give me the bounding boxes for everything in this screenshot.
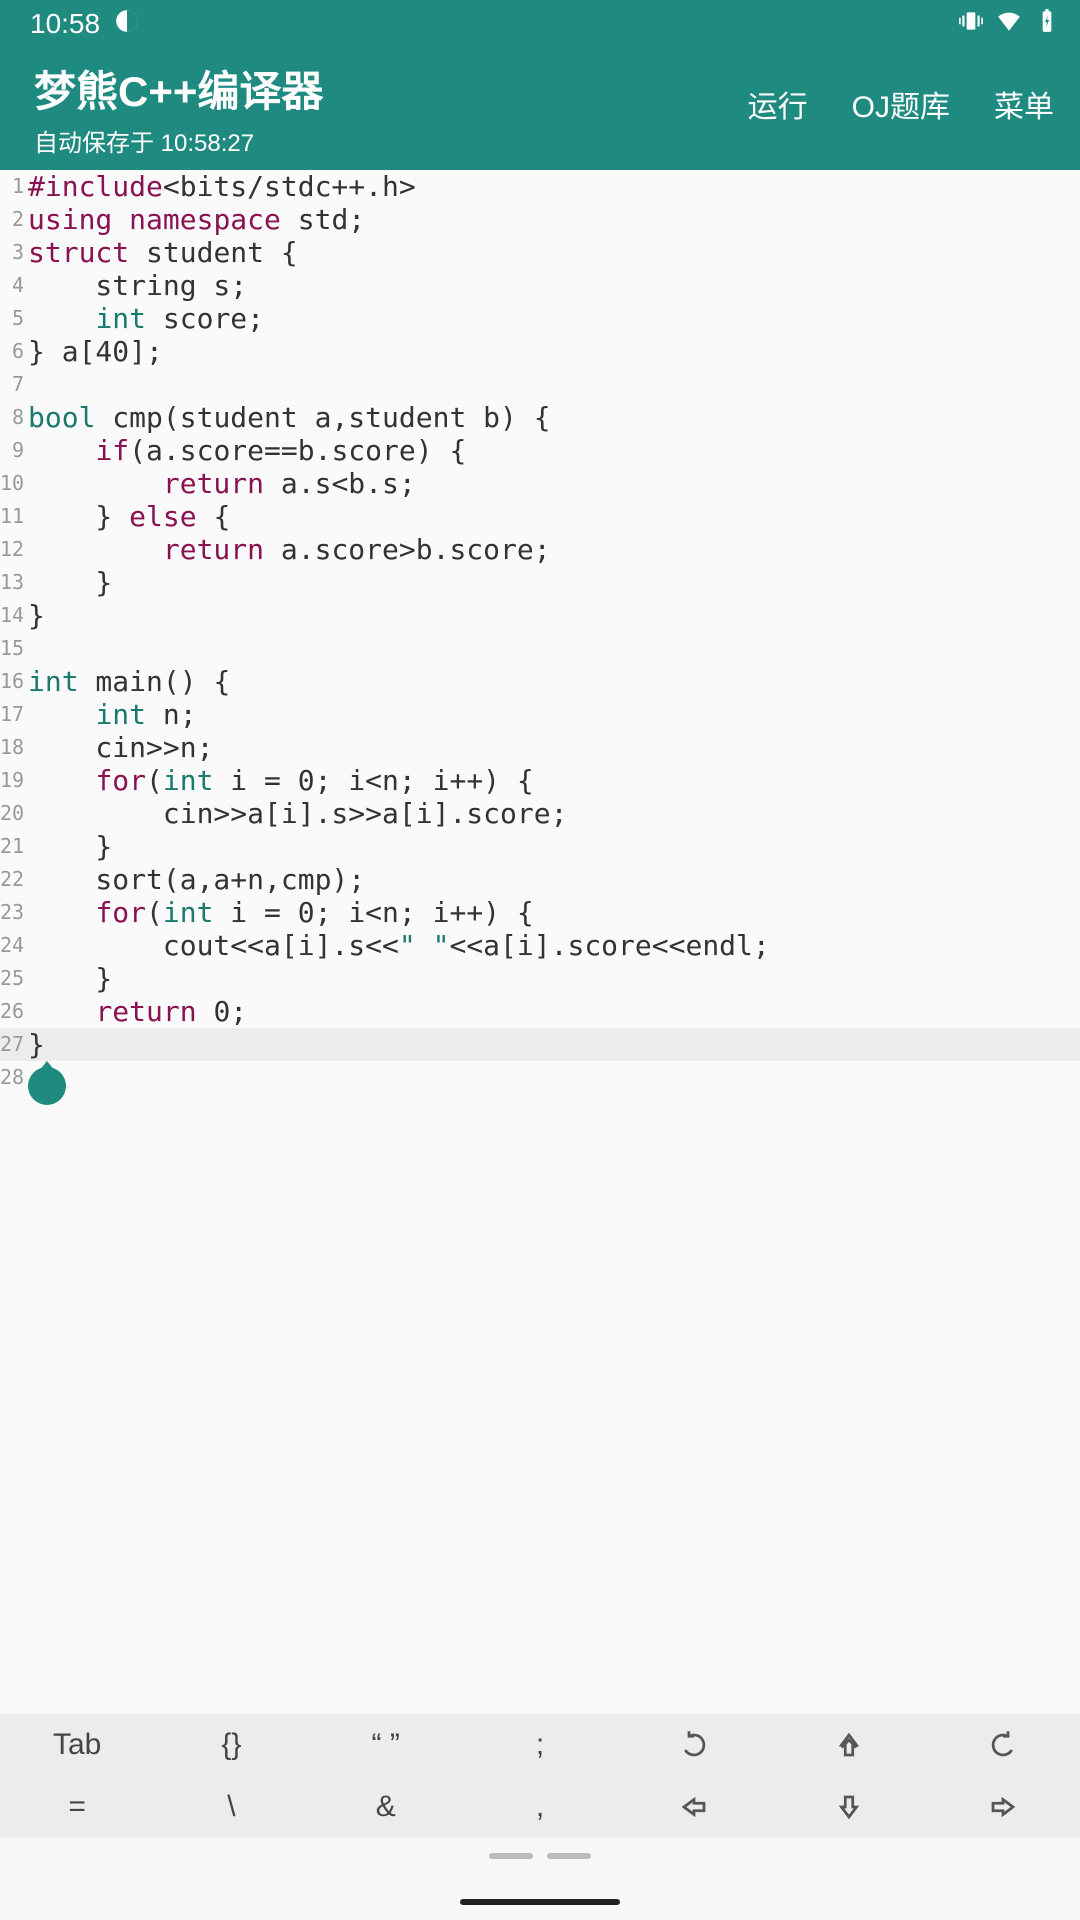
key-[interactable]: & [309,1776,463,1838]
undo-button[interactable] [617,1714,771,1776]
status-bar: 10:58 [0,0,1080,48]
line-number: 13 [0,566,28,599]
key-[interactable]: \ [154,1776,308,1838]
up-icon [834,1730,864,1760]
line-number: 9 [0,434,28,467]
code-line[interactable]: 27} [0,1028,1080,1061]
code-line[interactable]: 22 sort(a,a+n,cmp); [0,863,1080,896]
app-indicator-icon [114,8,140,41]
home-indicator[interactable] [460,1899,620,1905]
down-button[interactable] [771,1776,925,1838]
code-line[interactable]: 20 cin>>a[i].s>>a[i].score; [0,797,1080,830]
line-number: 8 [0,401,28,434]
redo-icon [988,1730,1018,1760]
code-editor[interactable]: 1#include<bits/stdc++.h>2using namespace… [0,170,1080,1714]
code-line[interactable]: 12 return a.score>b.score; [0,533,1080,566]
line-number: 22 [0,863,28,896]
key-[interactable]: , [463,1776,617,1838]
code-line[interactable]: 28 [0,1061,1080,1094]
key-[interactable]: = [0,1776,154,1838]
run-button[interactable]: 运行 [748,82,808,126]
code-line[interactable]: 19 for(int i = 0; i<n; i++) { [0,764,1080,797]
line-number: 1 [0,170,28,203]
recent-apps-pill[interactable] [489,1853,533,1859]
code-line[interactable]: 2using namespace std; [0,203,1080,236]
code-line[interactable]: 1#include<bits/stdc++.h> [0,170,1080,203]
code-line[interactable]: 18 cin>>n; [0,731,1080,764]
line-number: 12 [0,533,28,566]
key-[interactable]: {} [154,1714,308,1776]
code-line[interactable]: 26 return 0; [0,995,1080,1028]
code-line[interactable]: 3struct student { [0,236,1080,269]
keyboard-toolbar: Tab{}“ ”; =\&, [0,1714,1080,1838]
autosave-label: 自动保存于 10:58:27 [34,123,323,158]
wifi-icon [996,8,1022,41]
status-time: 10:58 [30,8,100,40]
line-number: 28 [0,1061,28,1094]
line-number: 3 [0,236,28,269]
code-line[interactable]: 9 if(a.score==b.score) { [0,434,1080,467]
right-button[interactable] [926,1776,1080,1838]
code-line[interactable]: 16int main() { [0,665,1080,698]
line-number: 2 [0,203,28,236]
left-button[interactable] [617,1776,771,1838]
line-number: 27 [0,1028,28,1061]
code-line[interactable]: 8bool cmp(student a,student b) { [0,401,1080,434]
code-line[interactable]: 23 for(int i = 0; i<n; i++) { [0,896,1080,929]
line-number: 10 [0,467,28,500]
oj-button[interactable]: OJ题库 [852,82,950,126]
key-[interactable]: ; [463,1714,617,1776]
down-icon [834,1792,864,1822]
line-number: 15 [0,632,28,665]
line-number: 21 [0,830,28,863]
line-number: 23 [0,896,28,929]
battery-icon [1034,8,1060,41]
code-line[interactable]: 14} [0,599,1080,632]
code-line[interactable]: 10 return a.s<b.s; [0,467,1080,500]
up-button[interactable] [771,1714,925,1776]
undo-icon [679,1730,709,1760]
code-line[interactable]: 21 } [0,830,1080,863]
system-navbar [0,1838,1080,1920]
code-line[interactable]: 25 } [0,962,1080,995]
app-title: 梦熊C++编译器 [34,58,323,119]
line-number: 7 [0,368,28,401]
code-line[interactable]: 4 string s; [0,269,1080,302]
line-number: 19 [0,764,28,797]
line-number: 18 [0,731,28,764]
vibrate-icon [958,8,984,41]
right-icon [988,1792,1018,1822]
left-icon [679,1792,709,1822]
line-number: 5 [0,302,28,335]
line-number: 17 [0,698,28,731]
line-number: 11 [0,500,28,533]
code-line[interactable]: 11 } else { [0,500,1080,533]
line-number: 24 [0,929,28,962]
code-line[interactable]: 5 int score; [0,302,1080,335]
code-line[interactable]: 13 } [0,566,1080,599]
line-number: 20 [0,797,28,830]
redo-button[interactable] [926,1714,1080,1776]
line-number: 6 [0,335,28,368]
app-bar: 梦熊C++编译器 自动保存于 10:58:27 运行 OJ题库 菜单 [0,48,1080,170]
line-number: 16 [0,665,28,698]
code-line[interactable]: 6} a[40]; [0,335,1080,368]
code-line[interactable]: 17 int n; [0,698,1080,731]
line-number: 26 [0,995,28,1028]
code-line[interactable]: 7 [0,368,1080,401]
cursor-handle[interactable] [28,1067,66,1105]
menu-button[interactable]: 菜单 [994,82,1054,126]
line-number: 4 [0,269,28,302]
line-number: 14 [0,599,28,632]
line-number: 25 [0,962,28,995]
key-[interactable]: “ ” [309,1714,463,1776]
key-Tab[interactable]: Tab [0,1714,154,1776]
code-line[interactable]: 15 [0,632,1080,665]
recent-apps-pill[interactable] [547,1853,591,1859]
code-line[interactable]: 24 cout<<a[i].s<<" "<<a[i].score<<endl; [0,929,1080,962]
